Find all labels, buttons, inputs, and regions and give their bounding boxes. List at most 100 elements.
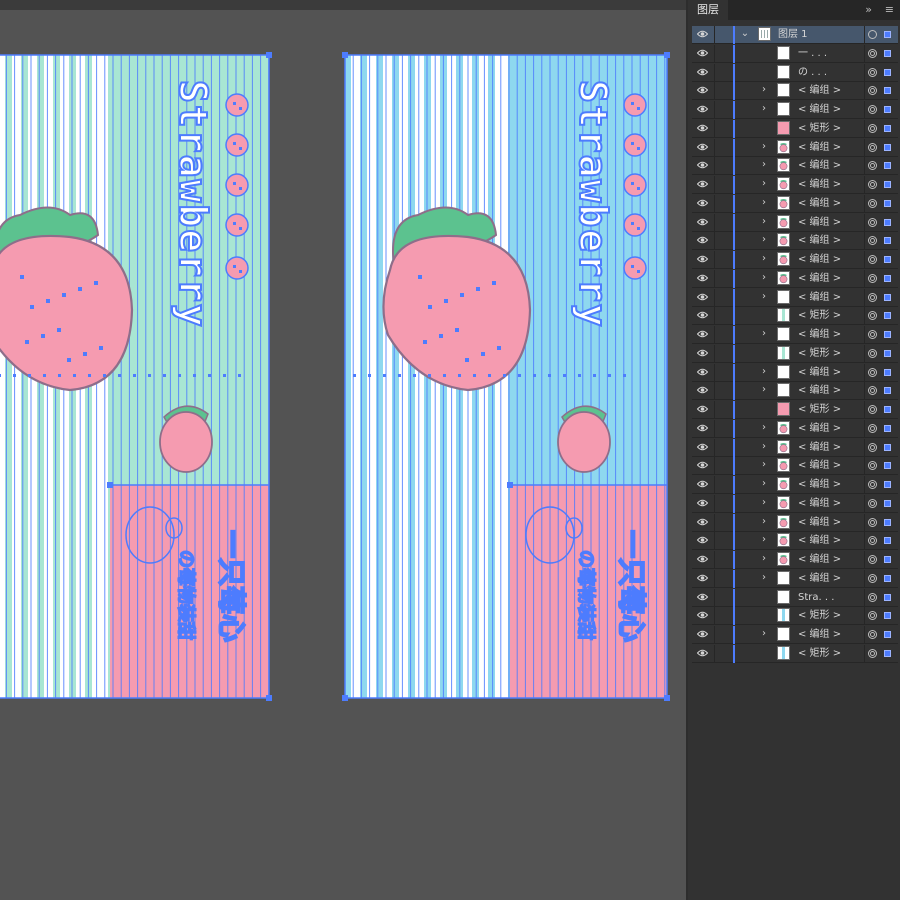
layer-row[interactable]: › < 编组 > [692, 513, 898, 532]
layer-name[interactable]: < 矩形 > [798, 402, 841, 418]
selection-indicator-icon[interactable] [884, 612, 891, 620]
layer-name[interactable]: Stra. . . [798, 590, 834, 606]
chevron-right-icon[interactable]: › [759, 478, 769, 490]
eye-icon[interactable] [696, 255, 709, 263]
selection-indicator-icon[interactable] [884, 199, 891, 207]
selection-indicator-icon[interactable] [884, 443, 891, 451]
lock-slot[interactable] [714, 194, 715, 213]
eye-icon[interactable] [696, 443, 709, 451]
eye-icon[interactable] [696, 124, 709, 132]
layer-row[interactable]: › < 编组 > [692, 138, 898, 157]
layer-row[interactable]: < 矩形 > [692, 607, 898, 626]
lock-slot[interactable] [714, 119, 715, 138]
chevron-right-icon[interactable]: › [759, 441, 769, 453]
layer-name[interactable]: < 编组 > [798, 196, 841, 212]
layer-row-top[interactable]: ⌄ 图层 1 [692, 26, 898, 44]
target-icon[interactable] [868, 630, 877, 639]
tab-layers[interactable]: 图层 [688, 0, 728, 20]
chevron-right-icon[interactable]: › [759, 253, 769, 265]
layer-name[interactable]: 一 . . . [798, 46, 827, 62]
chevron-right-icon[interactable]: › [759, 216, 769, 228]
target-icon[interactable] [868, 30, 877, 39]
eye-icon[interactable] [696, 161, 709, 169]
layer-row[interactable]: › < 编组 > [692, 476, 898, 494]
eye-icon[interactable] [696, 593, 709, 601]
layer-row[interactable]: › < 编组 > [692, 626, 898, 644]
selection-indicator-icon[interactable] [884, 143, 891, 151]
chevron-right-icon[interactable]: › [759, 384, 769, 396]
target-icon[interactable] [868, 255, 877, 264]
selection-indicator-icon[interactable] [884, 368, 891, 376]
eye-icon[interactable] [696, 368, 709, 376]
chevron-right-icon[interactable]: › [759, 328, 769, 340]
target-icon[interactable] [868, 611, 877, 621]
eye-icon[interactable] [696, 199, 709, 207]
lock-slot[interactable] [714, 626, 715, 644]
lock-slot[interactable] [714, 401, 715, 419]
layer-row[interactable]: › < 编组 > [692, 457, 898, 476]
layer-name[interactable]: < 编组 > [798, 215, 841, 231]
target-icon[interactable] [868, 423, 877, 433]
layer-name[interactable]: < 编组 > [798, 458, 841, 474]
selection-indicator-icon[interactable] [884, 218, 891, 226]
lock-slot[interactable] [714, 551, 715, 569]
layer-row[interactable]: < 矩形 > [692, 644, 898, 663]
eye-icon[interactable] [696, 518, 709, 526]
document-canvas[interactable]: Strawberry 一只莓心 の莓物装甜 Strawberry 一只莓心 の莓物装甜 [0, 10, 686, 900]
chevron-right-icon[interactable]: › [759, 272, 769, 284]
lock-slot[interactable] [714, 326, 715, 344]
target-icon[interactable] [868, 480, 877, 489]
lock-slot[interactable] [714, 232, 715, 251]
eye-icon[interactable] [696, 405, 709, 413]
eye-icon[interactable] [696, 236, 709, 244]
eye-icon[interactable] [696, 611, 709, 619]
eye-icon[interactable] [696, 293, 709, 301]
layer-name[interactable]: < 编组 > [798, 327, 841, 343]
layer-row[interactable]: › < 编组 > [692, 101, 898, 119]
chevron-right-icon[interactable]: › [759, 366, 769, 378]
target-icon[interactable] [868, 123, 877, 133]
chevron-right-icon[interactable]: › [759, 197, 769, 209]
selection-indicator-icon[interactable] [884, 649, 891, 657]
chevron-right-icon[interactable]: › [759, 141, 769, 153]
chevron-right-icon[interactable]: › [759, 534, 769, 546]
lock-slot[interactable] [714, 82, 715, 101]
eye-icon[interactable] [696, 499, 709, 507]
selection-indicator-icon[interactable] [884, 162, 891, 170]
layer-name[interactable]: < 编组 > [798, 102, 841, 118]
target-icon[interactable] [868, 292, 877, 302]
layer-name[interactable]: < 编组 > [798, 477, 841, 493]
double-chevron-right-icon[interactable]: » [865, 0, 872, 20]
selection-indicator-icon[interactable] [884, 406, 891, 413]
layer-name[interactable]: < 矩形 > [798, 121, 841, 137]
layer-name[interactable]: < 编组 > [798, 233, 841, 249]
lock-slot[interactable] [714, 419, 715, 438]
chevron-right-icon[interactable]: › [759, 572, 769, 584]
target-icon[interactable] [868, 517, 877, 527]
eye-icon[interactable] [696, 630, 709, 638]
chevron-right-icon[interactable]: › [759, 422, 769, 434]
lock-slot[interactable] [714, 513, 715, 532]
selection-indicator-icon[interactable] [884, 537, 891, 545]
layer-row[interactable]: › < 编组 > [692, 232, 898, 251]
selection-indicator-icon[interactable] [884, 387, 891, 395]
layer-name[interactable]: < 编组 > [798, 271, 841, 287]
chevron-right-icon[interactable]: › [759, 103, 769, 115]
layer-name[interactable]: < 编组 > [798, 383, 841, 399]
layer-row[interactable]: › < 编组 > [692, 551, 898, 569]
chevron-right-icon[interactable]: › [759, 553, 769, 565]
layer-name[interactable]: < 编组 > [798, 252, 841, 268]
eye-icon[interactable] [696, 649, 709, 657]
lock-slot[interactable] [714, 138, 715, 157]
selection-indicator-icon[interactable] [884, 518, 891, 526]
layer-row[interactable]: › < 编组 > [692, 532, 898, 551]
lock-slot[interactable] [714, 644, 715, 663]
chevron-right-icon[interactable]: › [759, 497, 769, 509]
target-icon[interactable] [868, 592, 877, 602]
eye-icon[interactable] [696, 480, 709, 488]
chevron-right-icon[interactable]: › [759, 178, 769, 190]
eye-icon[interactable] [696, 555, 709, 563]
target-icon[interactable] [868, 648, 877, 658]
selection-indicator-icon[interactable] [884, 256, 891, 263]
lock-slot[interactable] [714, 532, 715, 551]
